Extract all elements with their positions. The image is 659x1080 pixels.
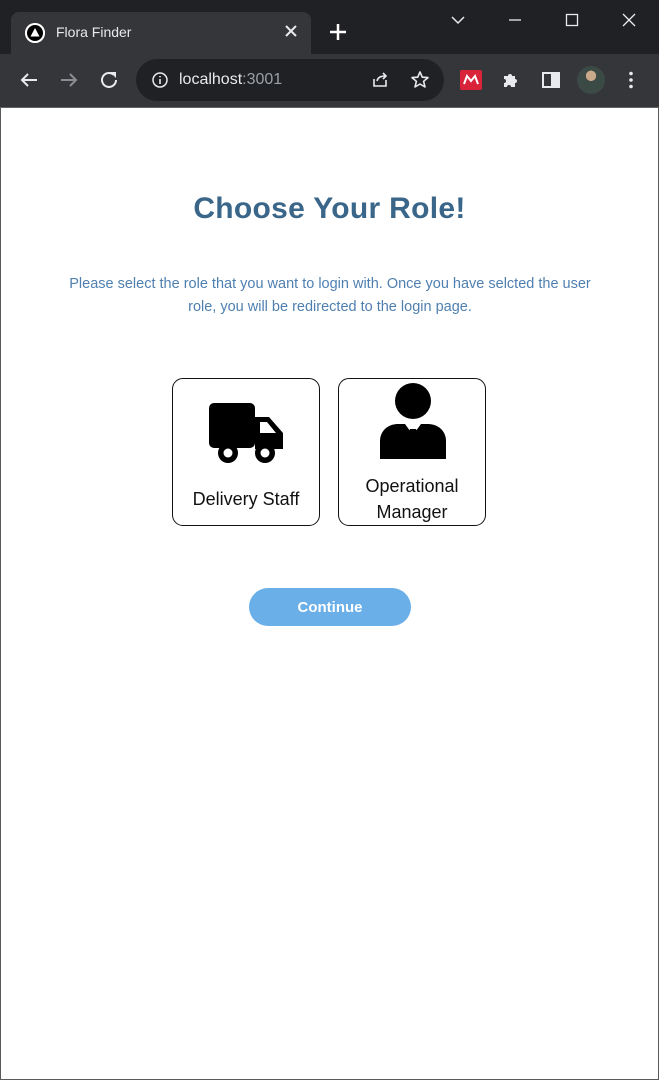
extensions-puzzle-icon[interactable] [499, 68, 523, 92]
close-window-icon[interactable] [614, 8, 644, 32]
favicon-icon [25, 23, 45, 43]
browser-tab[interactable]: Flora Finder [11, 12, 311, 54]
page-title: Choose Your Role! [193, 192, 466, 225]
menu-kebab-icon[interactable] [619, 68, 643, 92]
tab-close-icon[interactable] [281, 21, 301, 41]
info-icon[interactable] [148, 68, 172, 92]
tab-search-icon[interactable] [443, 8, 473, 32]
new-tab-icon[interactable] [326, 20, 350, 44]
role-label-operational-manager: Operational Manager [365, 476, 459, 522]
window-frame [0, 0, 659, 1080]
manager-icon [380, 383, 446, 459]
delivery-truck-icon [209, 403, 283, 463]
forward-icon[interactable] [57, 68, 81, 92]
role-card-operational-manager[interactable]: Operational Manager [338, 378, 486, 526]
role-card-delivery-staff[interactable]: Delivery Staff [172, 378, 320, 526]
role-label-delivery-staff: Delivery Staff [192, 489, 300, 509]
title-bar: Flora Finder [0, 0, 659, 54]
maximize-icon[interactable] [557, 8, 587, 32]
side-panel-icon[interactable] [539, 68, 563, 92]
url-host: localhost [179, 71, 243, 88]
bookmark-star-icon[interactable] [408, 68, 432, 92]
back-icon[interactable] [17, 68, 41, 92]
mendeley-extension-icon[interactable] [460, 70, 482, 90]
page-description: Please select the role that you want to … [69, 276, 591, 315]
url-port: :3001 [242, 71, 283, 88]
profile-avatar[interactable] [577, 66, 605, 94]
reload-icon[interactable] [97, 68, 121, 92]
minimize-icon[interactable] [500, 8, 530, 32]
address-bar[interactable]: localhost:3001 [136, 59, 444, 101]
share-icon[interactable] [368, 68, 392, 92]
continue-button[interactable]: Continue [249, 588, 411, 626]
tab-title: Flora Finder [56, 24, 132, 40]
browser-toolbar: localhost:3001 [0, 54, 659, 108]
url-text[interactable]: localhost:3001 [179, 71, 282, 89]
